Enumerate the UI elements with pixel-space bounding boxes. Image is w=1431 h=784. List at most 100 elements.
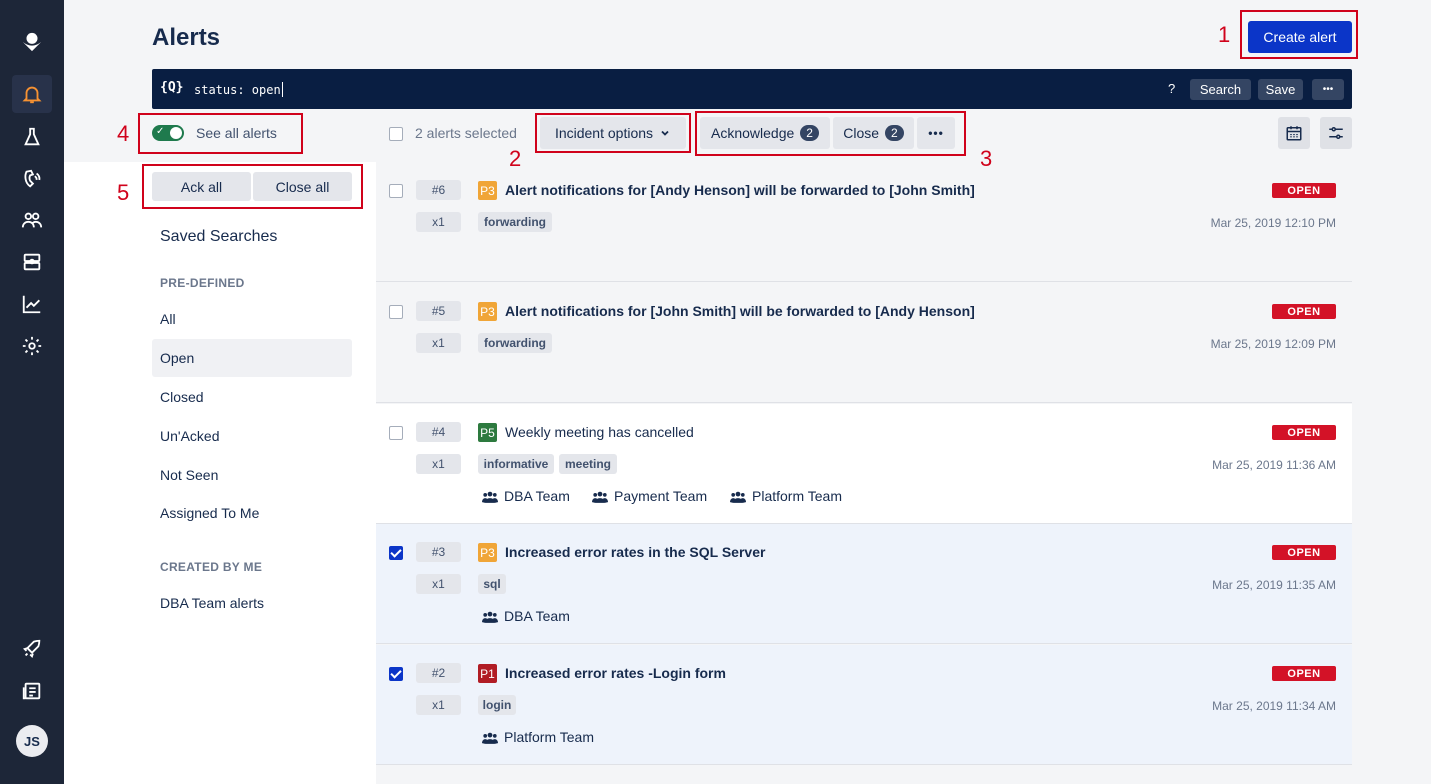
created-by-me-section-label: CREATED BY ME bbox=[160, 560, 263, 574]
filter-settings-button[interactable] bbox=[1320, 117, 1352, 149]
alert-checkbox[interactable] bbox=[389, 426, 403, 440]
alert-team[interactable]: Platform Team bbox=[482, 729, 594, 745]
saved-search-assigned-to-me[interactable]: Assigned To Me bbox=[152, 494, 352, 532]
saved-search-unacked[interactable]: Un'Acked bbox=[152, 417, 352, 455]
services-icon[interactable] bbox=[16, 246, 48, 278]
saved-search-dba-team-alerts[interactable]: DBA Team alerts bbox=[152, 584, 352, 622]
sliders-icon bbox=[1329, 127, 1343, 139]
status-badge: OPEN bbox=[1272, 304, 1336, 319]
alert-title[interactable]: Alert notifications for [Andy Henson] wi… bbox=[505, 182, 975, 198]
calendar-button[interactable] bbox=[1278, 117, 1310, 149]
incidents-icon[interactable] bbox=[16, 121, 48, 153]
alert-date: Mar 25, 2019 12:09 PM bbox=[1210, 337, 1336, 351]
status-badge: OPEN bbox=[1272, 545, 1336, 560]
analytics-icon[interactable] bbox=[16, 288, 48, 320]
left-navigation: JS bbox=[0, 0, 64, 784]
saved-search-open[interactable]: Open bbox=[152, 339, 352, 377]
alert-title[interactable]: Increased error rates -Login form bbox=[505, 665, 726, 681]
annotation-number-2: 2 bbox=[509, 146, 522, 171]
alert-tag[interactable]: forwarding bbox=[478, 212, 552, 232]
alert-number: #5 bbox=[416, 301, 461, 321]
alert-count: x1 bbox=[416, 695, 461, 715]
team-icon bbox=[730, 491, 746, 503]
annotation-box-4 bbox=[138, 113, 303, 154]
selected-count-text: 2 alerts selected bbox=[415, 125, 517, 141]
on-call-icon[interactable] bbox=[16, 163, 48, 195]
annotation-number-3: 3 bbox=[980, 146, 993, 171]
alert-date: Mar 25, 2019 11:36 AM bbox=[1212, 458, 1336, 472]
saved-search-all[interactable]: All bbox=[152, 300, 352, 338]
alert-team[interactable]: DBA Team bbox=[482, 608, 570, 624]
alert-team[interactable]: Payment Team bbox=[592, 488, 707, 504]
alert-tag[interactable]: sql bbox=[478, 574, 506, 594]
priority-badge: P5 bbox=[478, 423, 497, 442]
settings-gear-icon[interactable] bbox=[16, 330, 48, 362]
user-avatar[interactable]: JS bbox=[16, 725, 48, 757]
saved-search-not-seen[interactable]: Not Seen bbox=[152, 456, 352, 494]
alert-row[interactable]: #5 x1 P3 Alert notifications for [John Smit… bbox=[376, 283, 1352, 403]
alert-row[interactable]: #3 x1 P3 Increased error rates in the SQL S… bbox=[376, 524, 1352, 644]
annotation-number-4: 4 bbox=[117, 121, 130, 146]
annotation-box-1 bbox=[1240, 10, 1358, 59]
alert-count: x1 bbox=[416, 212, 461, 232]
select-all-checkbox[interactable] bbox=[389, 127, 403, 141]
team-icon bbox=[482, 611, 498, 623]
alert-checkbox[interactable] bbox=[389, 546, 403, 560]
alert-team[interactable]: Platform Team bbox=[730, 488, 842, 504]
alert-count: x1 bbox=[416, 333, 461, 353]
team-icon bbox=[482, 732, 498, 744]
annotation-box-2 bbox=[535, 113, 691, 153]
alert-date: Mar 25, 2019 11:34 AM bbox=[1212, 699, 1336, 713]
status-badge: OPEN bbox=[1272, 183, 1336, 198]
alert-count: x1 bbox=[416, 574, 461, 594]
alert-row[interactable]: #2 x1 P1 Increased error rates -Login form O… bbox=[376, 645, 1352, 765]
alert-number: #4 bbox=[416, 422, 461, 442]
alert-title[interactable]: Increased error rates in the SQL Server bbox=[505, 544, 765, 560]
status-badge: OPEN bbox=[1272, 666, 1336, 681]
status-badge: OPEN bbox=[1272, 425, 1336, 440]
alert-tag[interactable]: login bbox=[478, 695, 516, 715]
priority-badge: P1 bbox=[478, 664, 497, 683]
saved-searches-title: Saved Searches bbox=[160, 228, 278, 245]
alert-tag[interactable]: informative bbox=[478, 454, 554, 474]
help-icon[interactable]: ? bbox=[1168, 81, 1175, 96]
alert-count: x1 bbox=[416, 454, 461, 474]
team-icon bbox=[592, 491, 608, 503]
alert-title[interactable]: Weekly meeting has cancelled bbox=[505, 424, 694, 440]
priority-badge: P3 bbox=[478, 302, 497, 321]
alert-row[interactable]: #4 x1 P5 Weekly meeting has cancelled OPEN Ma… bbox=[376, 404, 1352, 524]
predefined-section-label: PRE-DEFINED bbox=[160, 276, 245, 290]
alert-row[interactable]: #6 x1 P3 Alert notifications for [Andy Hens… bbox=[376, 162, 1352, 282]
team-icon bbox=[482, 491, 498, 503]
alert-checkbox[interactable] bbox=[389, 667, 403, 681]
alert-checkbox[interactable] bbox=[389, 305, 403, 319]
alerts-bell-icon[interactable] bbox=[12, 75, 52, 113]
alert-number: #2 bbox=[416, 663, 461, 683]
annotation-box-3 bbox=[695, 111, 966, 156]
priority-badge: P3 bbox=[478, 543, 497, 562]
alert-tag[interactable]: forwarding bbox=[478, 333, 552, 353]
teams-icon[interactable] bbox=[16, 204, 48, 236]
save-search-button[interactable]: Save bbox=[1258, 79, 1303, 100]
logo-icon[interactable] bbox=[16, 26, 48, 58]
alert-number: #6 bbox=[416, 180, 461, 200]
alert-number: #3 bbox=[416, 542, 461, 562]
alert-team[interactable]: DBA Team bbox=[482, 488, 570, 504]
alert-title[interactable]: Alert notifications for [John Smith] wil… bbox=[505, 303, 975, 319]
query-search-bar[interactable]: {Q} status: open ? Search Save ••• bbox=[152, 69, 1352, 109]
search-more-button[interactable]: ••• bbox=[1312, 79, 1344, 100]
alert-checkbox[interactable] bbox=[389, 184, 403, 198]
search-query-input[interactable]: status: open bbox=[194, 82, 283, 97]
alert-date: Mar 25, 2019 12:10 PM bbox=[1210, 216, 1336, 230]
alert-date: Mar 25, 2019 11:35 AM bbox=[1212, 578, 1336, 592]
rocket-icon[interactable] bbox=[16, 633, 48, 665]
documentation-icon[interactable] bbox=[16, 675, 48, 707]
alert-tag[interactable]: meeting bbox=[559, 454, 617, 474]
priority-badge: P3 bbox=[478, 181, 497, 200]
calendar-icon bbox=[1286, 126, 1302, 141]
query-icon: {Q} bbox=[160, 80, 184, 95]
saved-search-closed[interactable]: Closed bbox=[152, 378, 352, 416]
annotation-number-1: 1 bbox=[1218, 22, 1231, 47]
page-title: Alerts bbox=[152, 24, 221, 51]
search-button[interactable]: Search bbox=[1190, 79, 1251, 100]
